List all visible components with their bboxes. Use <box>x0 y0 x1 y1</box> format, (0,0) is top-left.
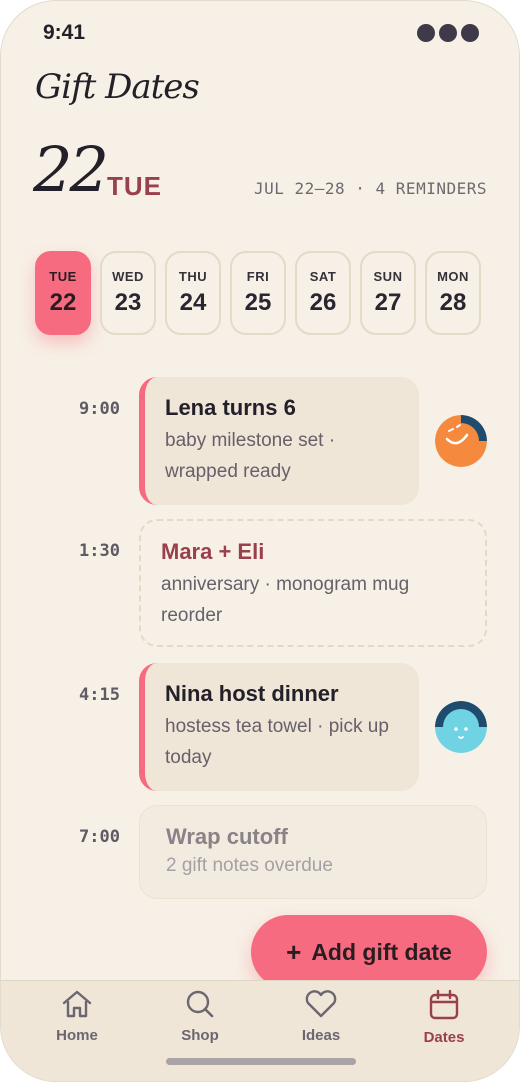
day-chip-thu[interactable]: THU 24 <box>165 251 221 335</box>
event-subtitle: 2 gift notes overdue <box>166 855 333 876</box>
event-subtitle: baby milestone set · wrapped ready <box>165 430 336 482</box>
day-number: 25 <box>244 289 272 316</box>
nav-label: Dates <box>423 1029 465 1046</box>
day-chip-fri[interactable]: FRI 25 <box>230 251 286 335</box>
day-number: 24 <box>179 289 207 316</box>
add-gift-date-label: Add gift date <box>311 938 452 965</box>
day-name: MON <box>437 269 469 284</box>
day-name: WED <box>112 269 144 284</box>
event-time: 9:00 <box>79 399 120 419</box>
event-time: 7:00 <box>79 827 120 847</box>
page-title: Gift Dates <box>35 67 200 107</box>
selected-weekday: TUE <box>107 171 162 201</box>
nav-label: Home <box>56 1027 98 1044</box>
status-dot <box>417 24 435 42</box>
status-dot <box>461 24 479 42</box>
smiling-face-icon <box>435 415 487 467</box>
day-name: SAT <box>309 269 337 284</box>
day-number: 22 <box>49 289 77 316</box>
day-number: 23 <box>114 289 142 316</box>
day-chip-sun[interactable]: SUN 27 <box>360 251 416 335</box>
day-name: THU <box>178 269 208 284</box>
event-card-lena[interactable]: Lena turns 6 baby milestone set · wrappe… <box>139 377 419 505</box>
day-number: 26 <box>309 289 337 316</box>
event-time: 1:30 <box>79 541 120 561</box>
event-title: Lena turns 6 <box>165 395 296 420</box>
day-chip-mon[interactable]: MON 28 <box>425 251 481 335</box>
nav-label: Ideas <box>301 1027 341 1044</box>
event-title: Mara + Eli <box>161 539 265 564</box>
phone-screen: 9:41 Gift Dates 22 TUE JUL 22–28 · 4 REM… <box>0 0 520 1082</box>
heart-icon <box>305 990 337 1018</box>
day-name: FRI <box>246 269 270 284</box>
day-name: TUE <box>49 269 77 284</box>
nav-ideas[interactable]: Ideas <box>271 989 371 1044</box>
status-dot <box>439 24 457 42</box>
day-chip-sat[interactable]: SAT 26 <box>295 251 351 335</box>
nav-dates[interactable]: Dates <box>394 989 494 1046</box>
plus-icon: + <box>286 936 302 967</box>
status-icons <box>417 24 479 42</box>
week-day-selector: TUE 22 WED 23 THU 24 FRI 25 SAT 26 SUN 2… <box>35 251 481 335</box>
calm-face-icon <box>435 701 487 753</box>
week-range-summary: JUL 22–28 · 4 REMINDERS <box>253 179 487 198</box>
day-chip-tue[interactable]: TUE 22 <box>35 251 91 335</box>
nav-label: Shop <box>181 1027 219 1044</box>
day-name: SUN <box>373 269 403 284</box>
add-gift-date-button[interactable]: + Add gift date <box>251 915 487 989</box>
home-indicator[interactable] <box>166 1058 356 1065</box>
event-time: 4:15 <box>79 685 120 705</box>
status-time: 9:41 <box>43 21 86 44</box>
event-card-wrap-cutoff[interactable]: Wrap cutoff 2 gift notes overdue <box>139 805 487 899</box>
event-title: Nina host dinner <box>165 681 339 706</box>
event-subtitle: anniversary · monogram mug reorder <box>161 574 410 626</box>
event-card-nina[interactable]: Nina host dinner hostess tea towel · pic… <box>139 663 419 791</box>
bottom-nav: Home Shop Ideas Dates <box>1 980 519 1081</box>
search-icon <box>186 990 214 1018</box>
event-card-mara-eli[interactable]: Mara + Eli anniversary · monogram mug re… <box>139 519 487 647</box>
day-number: 27 <box>374 289 402 316</box>
event-title: Wrap cutoff <box>166 824 288 849</box>
nav-home[interactable]: Home <box>27 989 127 1044</box>
day-chip-wed[interactable]: WED 23 <box>100 251 156 335</box>
home-icon <box>62 990 92 1018</box>
nav-shop[interactable]: Shop <box>150 989 250 1044</box>
selected-date-number: 22 <box>33 133 109 206</box>
event-subtitle: hostess tea towel · pick up today <box>165 716 389 768</box>
day-number: 28 <box>439 289 467 316</box>
calendar-icon <box>429 989 459 1020</box>
